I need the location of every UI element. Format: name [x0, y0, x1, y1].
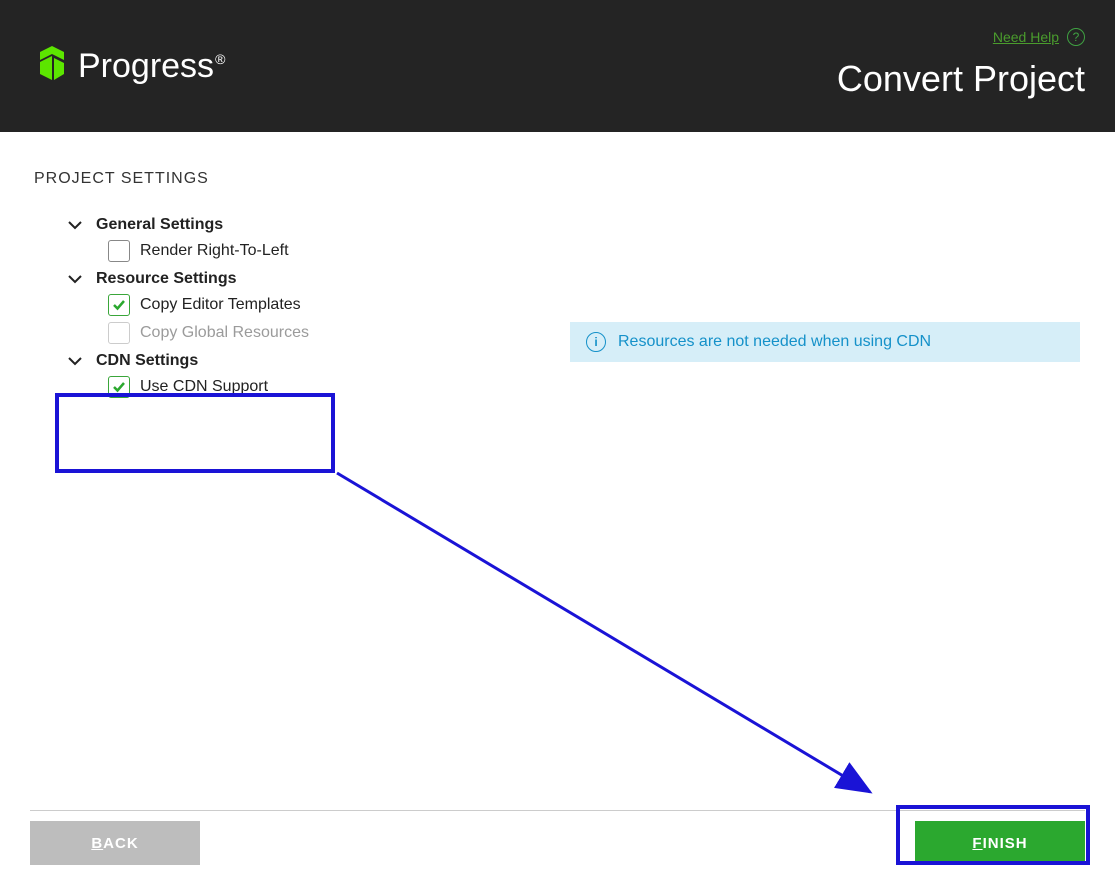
content: PROJECT SETTINGS General Settings Render…	[0, 132, 1115, 398]
info-text: Resources are not needed when using CDN	[618, 333, 931, 351]
help-icon[interactable]: ?	[1067, 28, 1085, 46]
header: Progress® Need Help ? Convert Project	[0, 0, 1115, 132]
option-label: Copy Global Resources	[140, 324, 309, 342]
group-header-general[interactable]: General Settings	[66, 216, 1081, 234]
need-help-link[interactable]: Need Help	[993, 29, 1059, 45]
settings-tree: General Settings Render Right-To-Left Re…	[34, 216, 1081, 398]
checkbox-use-cdn[interactable]	[108, 376, 130, 398]
chevron-down-icon	[66, 271, 84, 287]
option-label: Copy Editor Templates	[140, 296, 301, 314]
option-use-cdn: Use CDN Support	[108, 376, 1081, 398]
logo: Progress®	[32, 44, 225, 88]
option-label: Render Right-To-Left	[140, 242, 289, 260]
help-area: Need Help ?	[993, 28, 1085, 46]
checkbox-copy-global	[108, 322, 130, 344]
group-label: Resource Settings	[96, 270, 236, 288]
logo-text: Progress®	[78, 47, 225, 86]
page-title: Convert Project	[837, 58, 1085, 100]
section-title: PROJECT SETTINGS	[34, 170, 1081, 188]
checkbox-copy-templates[interactable]	[108, 294, 130, 316]
group-label: CDN Settings	[96, 352, 198, 370]
footer: BACK FINISH	[0, 810, 1115, 879]
chevron-down-icon	[66, 217, 84, 233]
group-label: General Settings	[96, 216, 223, 234]
group-header-resource[interactable]: Resource Settings	[66, 270, 1081, 288]
chevron-down-icon	[66, 353, 84, 369]
back-button[interactable]: BACK	[30, 821, 200, 865]
info-icon: i	[586, 332, 606, 352]
info-banner: i Resources are not needed when using CD…	[570, 322, 1080, 362]
checkbox-render-rtl[interactable]	[108, 240, 130, 262]
option-label: Use CDN Support	[140, 378, 268, 396]
finish-button[interactable]: FINISH	[915, 821, 1085, 865]
divider	[30, 810, 1085, 811]
option-render-rtl: Render Right-To-Left	[108, 240, 1081, 262]
option-copy-templates: Copy Editor Templates	[108, 294, 1081, 316]
annotation-highlight-cdn	[55, 393, 335, 473]
progress-logo-icon	[32, 44, 72, 88]
